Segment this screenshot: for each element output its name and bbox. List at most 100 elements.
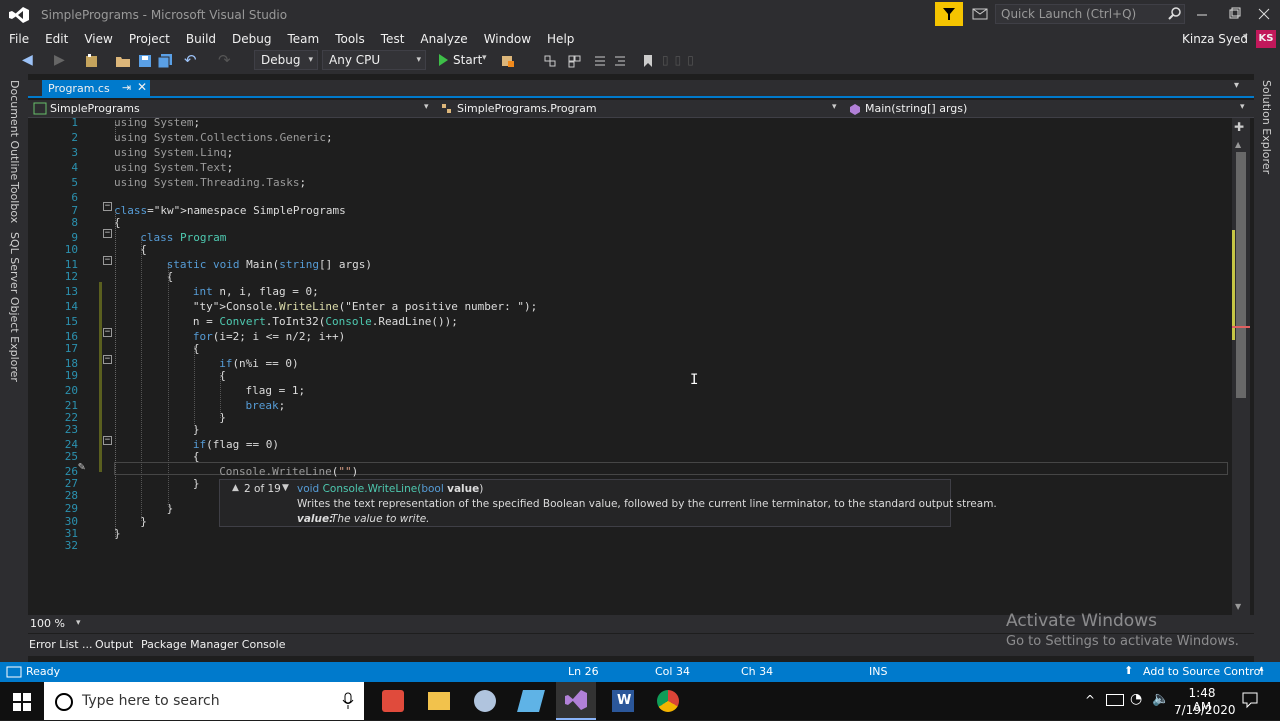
feedback-filter-icon[interactable] bbox=[935, 2, 963, 26]
solution-explorer-tab[interactable]: Solution Explorer bbox=[1260, 80, 1273, 174]
new-project-icon[interactable] bbox=[84, 53, 100, 69]
bookmark-icon[interactable] bbox=[640, 53, 656, 69]
collapse-region-icon[interactable]: − bbox=[103, 328, 112, 337]
collapse-region-icon[interactable]: − bbox=[103, 202, 112, 211]
visual-studio-logo-icon[interactable] bbox=[8, 6, 30, 24]
menu-team[interactable]: Team bbox=[279, 30, 327, 48]
code-text: { bbox=[192, 450, 200, 463]
notifications-icon[interactable] bbox=[970, 5, 990, 23]
method-icon bbox=[849, 103, 861, 118]
snipping-tool-icon[interactable] bbox=[474, 690, 496, 712]
quick-launch-input[interactable]: Quick Launch (Ctrl+Q) bbox=[995, 4, 1185, 24]
collapse-region-icon[interactable]: − bbox=[103, 256, 112, 265]
open-file-icon[interactable] bbox=[115, 53, 131, 69]
code-text: if(flag == 0) bbox=[192, 438, 279, 451]
chrome-app-icon[interactable] bbox=[657, 690, 679, 712]
tab-overflow-icon[interactable]: ▾ bbox=[1234, 80, 1239, 91]
menu-bar: File Edit View Project Build Debug Team Tools Te… bbox=[0, 30, 1280, 48]
windows-start-icon[interactable] bbox=[12, 692, 32, 712]
member-dropdown[interactable]: Main(string[] args) ▾ bbox=[846, 100, 1250, 117]
taskbar-search-box[interactable]: Type here to search bbox=[44, 682, 364, 720]
word-app-icon[interactable]: W bbox=[612, 690, 634, 712]
scrollbar-thumb[interactable] bbox=[1236, 152, 1246, 398]
solution-configuration-select[interactable]: Debug ▾ bbox=[254, 50, 318, 70]
class-dropdown[interactable]: SimplePrograms.Program ▾ bbox=[438, 100, 842, 117]
minimize-button[interactable] bbox=[1190, 5, 1214, 23]
scroll-down-icon[interactable]: ▼ bbox=[1235, 602, 1241, 611]
chevron-down-icon[interactable]: ▾ bbox=[1243, 32, 1248, 42]
menu-debug[interactable]: Debug bbox=[224, 30, 279, 48]
tab-error-list[interactable]: Error List ... bbox=[29, 638, 93, 651]
collapse-region-icon[interactable]: − bbox=[103, 229, 112, 238]
split-editor-icon[interactable]: ✚ bbox=[1234, 120, 1244, 134]
activation-watermark-sub: Go to Settings to activate Windows. bbox=[1006, 634, 1239, 649]
save-all-icon[interactable] bbox=[157, 53, 173, 69]
line-number: 3 bbox=[71, 146, 78, 159]
pin-icon[interactable]: ⇥ bbox=[122, 81, 131, 94]
vertical-scrollbar[interactable]: ✚ ▲ ▼ bbox=[1232, 118, 1250, 615]
restore-button[interactable] bbox=[1222, 5, 1246, 23]
menu-help[interactable]: Help bbox=[539, 30, 582, 48]
add-to-source-control-button[interactable]: Add to Source Control bbox=[1143, 665, 1263, 678]
chevron-down-icon[interactable]: ▾ bbox=[76, 618, 81, 628]
battery-icon[interactable] bbox=[1106, 694, 1124, 706]
step-over-icon[interactable] bbox=[566, 53, 582, 69]
visual-studio-taskbar-icon[interactable] bbox=[556, 682, 596, 720]
menu-build[interactable]: Build bbox=[178, 30, 224, 48]
menu-edit[interactable]: Edit bbox=[37, 30, 76, 48]
show-hidden-icons-icon[interactable]: ^ bbox=[1085, 693, 1095, 707]
window-title: SimplePrograms - Microsoft Visual Studio bbox=[41, 8, 288, 22]
notes-app-icon[interactable] bbox=[517, 690, 545, 712]
tab-package-manager-console[interactable]: Package Manager Console bbox=[141, 638, 285, 651]
anydesk-app-icon[interactable] bbox=[382, 690, 404, 712]
user-name[interactable]: Kinza Syed bbox=[1182, 32, 1248, 46]
menu-window[interactable]: Window bbox=[476, 30, 539, 48]
navigate-back-icon[interactable]: ◀ bbox=[22, 52, 40, 70]
file-explorer-icon[interactable] bbox=[428, 692, 450, 710]
signature: void Console.WriteLine(bool value) bbox=[297, 483, 483, 495]
next-overload-icon[interactable]: ▼ bbox=[282, 483, 289, 493]
comment-lines-icon[interactable] bbox=[592, 53, 608, 69]
collapse-region-icon[interactable]: − bbox=[103, 355, 112, 364]
action-center-icon[interactable] bbox=[1241, 691, 1259, 709]
tab-program-cs[interactable]: Program.cs ⇥ ✕ bbox=[42, 80, 150, 98]
menu-tools[interactable]: Tools bbox=[327, 30, 373, 48]
redo-icon[interactable]: ↷ bbox=[218, 51, 234, 69]
menu-test[interactable]: Test bbox=[373, 30, 413, 48]
status-char: Ch 34 bbox=[741, 665, 774, 678]
status-column: Col 34 bbox=[655, 665, 690, 678]
line-number: 1 bbox=[71, 118, 78, 129]
zoom-level[interactable]: 100 % bbox=[30, 617, 65, 630]
close-tab-icon[interactable]: ✕ bbox=[137, 80, 147, 94]
microphone-icon[interactable] bbox=[342, 692, 354, 713]
tab-output[interactable]: Output bbox=[95, 638, 133, 651]
taskbar-date[interactable]: 7/19/2020 bbox=[1174, 703, 1236, 717]
navigate-forward-icon[interactable]: ▶ bbox=[54, 52, 72, 70]
menu-project[interactable]: Project bbox=[121, 30, 178, 48]
solution-platform-select[interactable]: Any CPU ▾ bbox=[322, 50, 426, 70]
avatar[interactable]: KS bbox=[1256, 30, 1276, 48]
volume-icon[interactable]: 🔈 bbox=[1152, 691, 1169, 707]
toolbox-tab[interactable]: Toolbox bbox=[8, 182, 21, 223]
undo-icon[interactable]: ↶ bbox=[184, 51, 200, 69]
code-editor[interactable]: ✎ 1 using System; 2 using System.Collection… bbox=[28, 118, 1254, 615]
line-number: 29 bbox=[64, 502, 78, 515]
close-window-button[interactable] bbox=[1252, 5, 1276, 23]
network-icon[interactable]: ◔ bbox=[1130, 691, 1142, 707]
chevron-up-icon[interactable]: ▴ bbox=[1259, 664, 1264, 674]
menu-analyze[interactable]: Analyze bbox=[412, 30, 475, 48]
sql-server-object-explorer-tab[interactable]: SQL Server Object Explorer bbox=[8, 232, 21, 382]
menu-file[interactable]: File bbox=[1, 30, 37, 48]
menu-view[interactable]: View bbox=[76, 30, 120, 48]
document-outline-tab[interactable]: Document Outline bbox=[8, 80, 21, 180]
scroll-up-icon[interactable]: ▲ bbox=[1235, 140, 1241, 149]
browser-link-icon[interactable] bbox=[500, 53, 516, 69]
step-into-icon[interactable] bbox=[542, 53, 558, 69]
quick-actions-brush-icon[interactable]: ✎ bbox=[78, 459, 85, 473]
collapse-region-icon[interactable]: − bbox=[103, 436, 112, 445]
start-debugging-button[interactable]: Start ▾ bbox=[434, 50, 494, 70]
save-icon[interactable] bbox=[137, 53, 153, 69]
previous-overload-icon[interactable]: ▲ bbox=[232, 483, 239, 493]
uncomment-lines-icon[interactable] bbox=[612, 53, 628, 69]
project-dropdown[interactable]: SimplePrograms ▾ bbox=[30, 100, 434, 117]
